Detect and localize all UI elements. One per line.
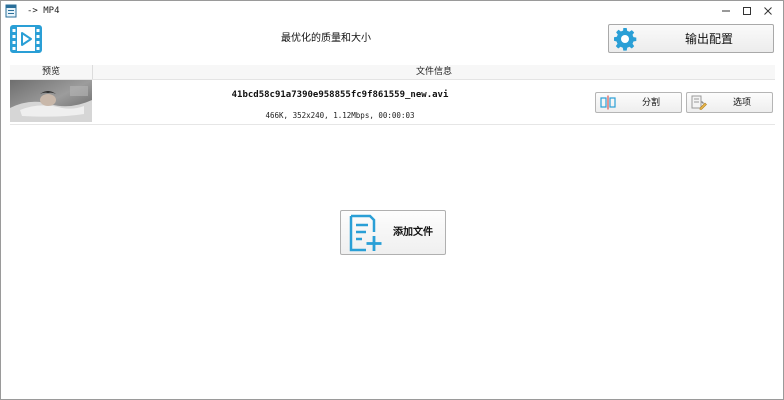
output-config-button[interactable]: 输出配置 bbox=[608, 24, 774, 53]
options-label: 选项 bbox=[732, 98, 751, 108]
close-icon bbox=[764, 7, 772, 15]
split-icon bbox=[600, 95, 616, 110]
table-row[interactable]: 41bcd58c91a7390e958855fc9f861559_new.avi… bbox=[10, 80, 775, 125]
add-file-label: 添加文件 bbox=[393, 227, 433, 238]
add-file-button[interactable]: 添加文件 bbox=[340, 210, 446, 255]
options-icon bbox=[691, 95, 707, 110]
file-table-header: 预览 文件信息 bbox=[10, 65, 775, 80]
minimize-icon bbox=[722, 10, 730, 12]
video-file-icon bbox=[10, 25, 42, 53]
column-header-file-info: 文件信息 bbox=[415, 67, 452, 77]
minimize-button[interactable] bbox=[716, 2, 736, 20]
maximize-icon bbox=[743, 7, 751, 15]
video-thumbnail bbox=[10, 80, 92, 122]
column-header-preview: 预览 bbox=[10, 65, 93, 79]
split-label: 分割 bbox=[641, 98, 660, 108]
app-icon bbox=[5, 4, 17, 18]
file-name: 41bcd58c91a7390e958855fc9f861559_new.avi bbox=[231, 90, 449, 100]
add-file-icon bbox=[349, 214, 382, 252]
quality-profile-label[interactable]: 最优化的质量和大小 bbox=[201, 32, 451, 46]
window-title: -> MP4 bbox=[27, 6, 60, 16]
maximize-button[interactable] bbox=[737, 2, 757, 20]
close-button[interactable] bbox=[758, 2, 778, 20]
options-button[interactable]: 选项 bbox=[686, 92, 773, 113]
gear-icon bbox=[614, 28, 637, 51]
split-button[interactable]: 分割 bbox=[595, 92, 682, 113]
app-window: -> MP4 最优化的质量和大小 输出配置 预览 文件信息 41bcd58c91… bbox=[0, 0, 784, 400]
title-bar[interactable]: -> MP4 bbox=[1, 1, 783, 21]
file-meta: 466K, 352x240, 1.12Mbps, 00:00:03 bbox=[265, 111, 415, 120]
output-config-label: 输出配置 bbox=[684, 32, 733, 46]
